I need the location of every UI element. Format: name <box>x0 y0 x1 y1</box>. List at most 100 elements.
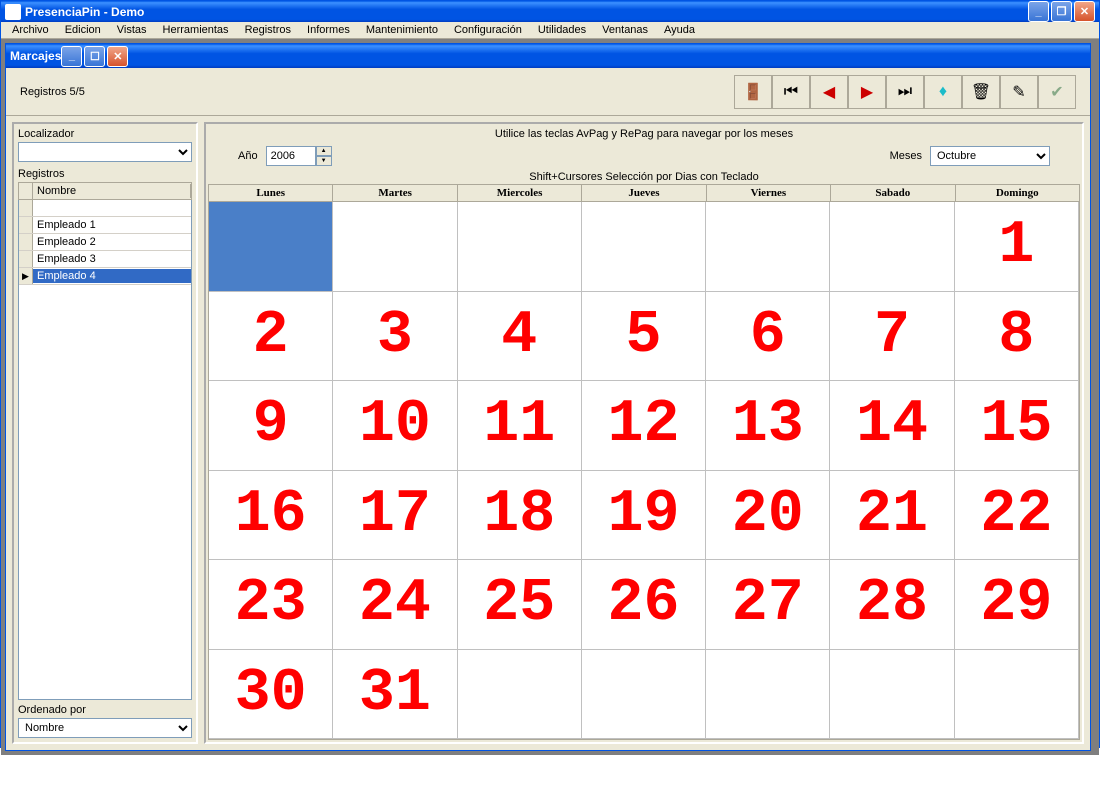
record-count-label: Registros 5/5 <box>20 86 734 98</box>
calendar-cell <box>706 650 830 740</box>
edit-icon: ✎ <box>1012 82 1025 102</box>
calendar-cell[interactable]: 13 <box>706 381 830 471</box>
child-close-button[interactable]: ✕ <box>107 46 128 67</box>
registros-list[interactable]: Empleado 1Empleado 2Empleado 3▶Empleado … <box>18 200 192 700</box>
filter-button[interactable]: ♦ <box>924 75 962 109</box>
calendar-cell[interactable]: 10 <box>333 381 457 471</box>
next-button[interactable]: ▶ <box>848 75 886 109</box>
calendar-cell[interactable]: 7 <box>830 292 954 382</box>
calendar-cell[interactable] <box>209 202 333 292</box>
year-up-button[interactable]: ▲ <box>316 146 332 156</box>
edit-button[interactable]: ✎ <box>1000 75 1038 109</box>
menu-configuración[interactable]: Configuración <box>447 22 529 38</box>
calendar-cell <box>955 650 1079 740</box>
ordenado-label: Ordenado por <box>18 704 192 716</box>
registros-header-selector[interactable] <box>19 183 33 199</box>
first-button[interactable]: ⏮ <box>772 75 810 109</box>
calendar-cell[interactable]: 31 <box>333 650 457 740</box>
prev-icon: ◀ <box>823 82 835 102</box>
app-icon <box>5 4 21 20</box>
calendar-cell <box>458 202 582 292</box>
content-area: Localizador Registros Nombre Empleado 1E… <box>6 116 1090 750</box>
left-panel: Localizador Registros Nombre Empleado 1E… <box>12 122 198 744</box>
menu-ayuda[interactable]: Ayuda <box>657 22 702 38</box>
calendar-cell[interactable]: 4 <box>458 292 582 382</box>
row-selector: ▶ <box>19 268 33 284</box>
calendar-cell[interactable]: 11 <box>458 381 582 471</box>
calendar-cell[interactable]: 29 <box>955 560 1079 650</box>
exit-button[interactable]: 🚪 <box>734 75 772 109</box>
trash-button[interactable]: 🗑 <box>962 75 1000 109</box>
calendar-header-cell: Domingo <box>956 185 1079 201</box>
calendar-cell[interactable]: 18 <box>458 471 582 561</box>
calendar-cell[interactable]: 20 <box>706 471 830 561</box>
last-button[interactable]: ⏭ <box>886 75 924 109</box>
restore-button[interactable]: ❐ <box>1051 1 1072 22</box>
child-minimize-button[interactable]: _ <box>61 46 82 67</box>
child-window: Marcajes _ ☐ ✕ Registros 5/5 🚪⏮◀▶⏭♦🗑✎✔ L… <box>5 43 1091 751</box>
localizador-combo[interactable] <box>18 142 192 162</box>
calendar-cell[interactable]: 5 <box>582 292 706 382</box>
calendar-cell[interactable]: 27 <box>706 560 830 650</box>
calendar-cell <box>582 202 706 292</box>
menu-informes[interactable]: Informes <box>300 22 357 38</box>
month-label: Meses <box>890 150 922 162</box>
calendar-cell[interactable]: 3 <box>333 292 457 382</box>
year-spinner[interactable]: ▲ ▼ <box>266 146 332 166</box>
registros-header-nombre[interactable]: Nombre <box>33 184 191 198</box>
calendar-header: LunesMartesMiercolesJuevesViernesSabadoD… <box>209 185 1079 202</box>
calendar-cell[interactable]: 21 <box>830 471 954 561</box>
menu-ventanas[interactable]: Ventanas <box>595 22 655 38</box>
menu-mantenimiento[interactable]: Mantenimiento <box>359 22 445 38</box>
calendar-cell[interactable]: 9 <box>209 381 333 471</box>
minimize-button[interactable]: _ <box>1028 1 1049 22</box>
calendar-header-cell: Miercoles <box>458 185 582 201</box>
year-input[interactable] <box>266 146 316 166</box>
mdi-area: Marcajes _ ☐ ✕ Registros 5/5 🚪⏮◀▶⏭♦🗑✎✔ L… <box>1 39 1099 755</box>
calendar-cell[interactable]: 19 <box>582 471 706 561</box>
menu-herramientas[interactable]: Herramientas <box>156 22 236 38</box>
main-titlebar[interactable]: PresenciaPin - Demo _ ❐ ✕ <box>1 1 1099 22</box>
menu-utilidades[interactable]: Utilidades <box>531 22 593 38</box>
month-combo[interactable]: Octubre <box>930 146 1050 166</box>
close-button[interactable]: ✕ <box>1074 1 1095 22</box>
calendar-cell[interactable]: 12 <box>582 381 706 471</box>
calendar-cell[interactable]: 26 <box>582 560 706 650</box>
calendar-cell[interactable]: 1 <box>955 202 1079 292</box>
menu-archivo[interactable]: Archivo <box>5 22 56 38</box>
calendar-cell[interactable]: 17 <box>333 471 457 561</box>
calendar-cell[interactable]: 22 <box>955 471 1079 561</box>
year-down-button[interactable]: ▼ <box>316 156 332 166</box>
menu-vistas[interactable]: Vistas <box>110 22 154 38</box>
calendar-cell[interactable]: 24 <box>333 560 457 650</box>
menu-registros[interactable]: Registros <box>238 22 298 38</box>
calendar-cell[interactable]: 30 <box>209 650 333 740</box>
registros-row[interactable] <box>19 200 191 217</box>
calendar-header-cell: Sabado <box>831 185 955 201</box>
ordenado-combo[interactable]: Nombre <box>18 718 192 738</box>
calendar-cell[interactable]: 23 <box>209 560 333 650</box>
registros-row[interactable]: Empleado 1 <box>19 217 191 234</box>
row-cell-nombre: Empleado 4 <box>33 269 191 283</box>
calendar-cell[interactable]: 16 <box>209 471 333 561</box>
calendar-cell[interactable]: 2 <box>209 292 333 382</box>
registros-label: Registros <box>18 168 192 180</box>
registros-row[interactable]: ▶Empleado 4 <box>19 268 191 285</box>
calendar-cell[interactable]: 28 <box>830 560 954 650</box>
registros-row[interactable]: Empleado 3 <box>19 251 191 268</box>
child-maximize-button[interactable]: ☐ <box>84 46 105 67</box>
menu-edicion[interactable]: Edicion <box>58 22 108 38</box>
calendar-cell[interactable]: 8 <box>955 292 1079 382</box>
child-titlebar[interactable]: Marcajes _ ☐ ✕ <box>6 44 1090 68</box>
trash-icon: 🗑 <box>971 82 991 102</box>
calendar-cell[interactable]: 15 <box>955 381 1079 471</box>
confirm-button[interactable]: ✔ <box>1038 75 1076 109</box>
calendar-cell <box>706 202 830 292</box>
calendar-cell[interactable]: 25 <box>458 560 582 650</box>
calendar-cell[interactable]: 14 <box>830 381 954 471</box>
calendar-cell[interactable]: 6 <box>706 292 830 382</box>
registros-row[interactable]: Empleado 2 <box>19 234 191 251</box>
calendar-header-cell: Lunes <box>209 185 333 201</box>
prev-button[interactable]: ◀ <box>810 75 848 109</box>
child-title: Marcajes <box>10 49 61 63</box>
